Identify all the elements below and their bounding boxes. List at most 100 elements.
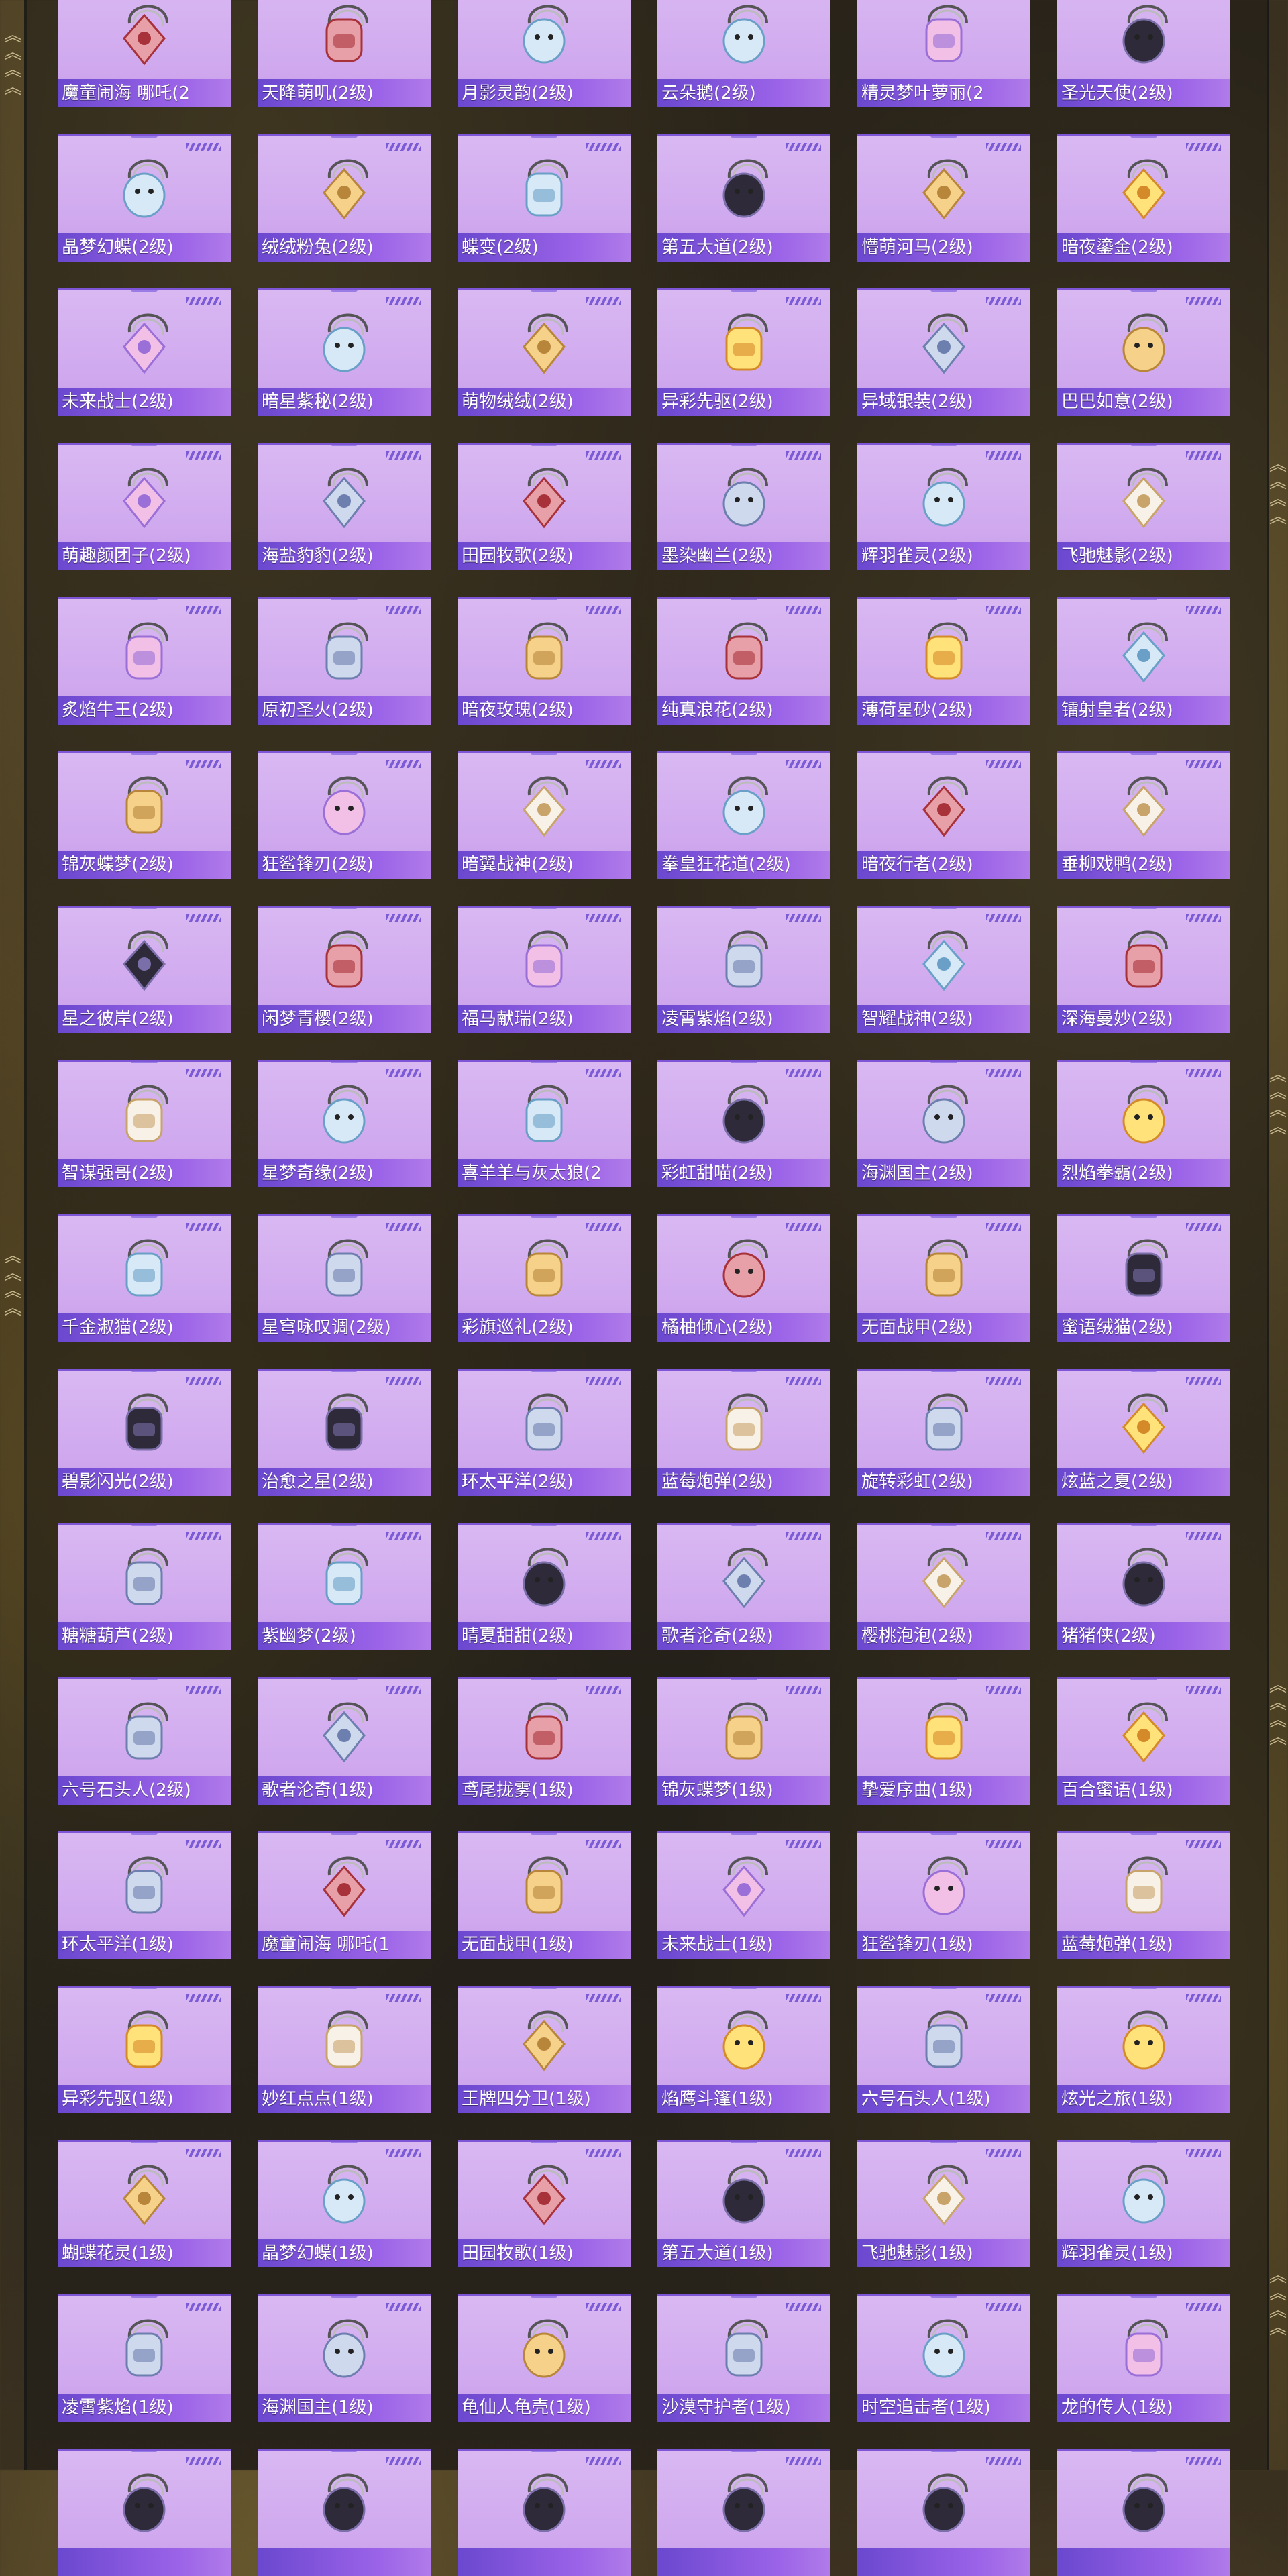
backpack-card[interactable]: 萌物绒绒(2级) bbox=[458, 288, 631, 416]
backpack-card[interactable]: 薄荷星砂(2级) bbox=[857, 597, 1030, 724]
backpack-card[interactable]: 巴巴如意(2级) bbox=[1057, 288, 1230, 416]
backpack-card[interactable]: 田园牧歌(2级) bbox=[458, 443, 631, 570]
backpack-card[interactable]: 彩虹甜喵(2级) bbox=[657, 1060, 830, 1187]
backpack-card[interactable]: 凌霄紫焰(1级) bbox=[58, 2294, 231, 2422]
backpack-card[interactable]: 智耀战神(2级) bbox=[857, 906, 1030, 1033]
backpack-card[interactable]: 海盐豹豹(2级) bbox=[258, 443, 431, 570]
backpack-card[interactable]: 第五大道(1级) bbox=[657, 2140, 830, 2267]
backpack-card[interactable]: 千金淑猫(2级) bbox=[58, 1214, 231, 1342]
backpack-card[interactable]: 蓝莓炮弹(2级) bbox=[657, 1368, 830, 1496]
backpack-card[interactable]: 橘柚倾心(2级) bbox=[657, 1214, 830, 1342]
backpack-card[interactable]: 天降萌叽(2级) bbox=[258, 0, 431, 107]
backpack-card[interactable]: 蝶变(2级) bbox=[458, 134, 631, 262]
backpack-card[interactable]: 暗夜玫瑰(2级) bbox=[458, 597, 631, 724]
backpack-card[interactable]: 辉羽雀灵(1级) bbox=[1057, 2140, 1230, 2267]
backpack-card[interactable]: 福马献瑞(2级) bbox=[458, 906, 631, 1033]
backpack-card[interactable]: 六号石头人(2级) bbox=[58, 1677, 231, 1805]
backpack-card[interactable]: 时空追击者(1级) bbox=[857, 2294, 1030, 2422]
backpack-card[interactable]: 海渊国主(1级) bbox=[258, 2294, 431, 2422]
backpack-card[interactable]: 挚爱序曲(1级) bbox=[857, 1677, 1030, 1805]
backpack-card[interactable]: 懵萌河马(2级) bbox=[857, 134, 1030, 262]
backpack-card[interactable]: 歌者沦奇(2级) bbox=[657, 1523, 830, 1650]
backpack-card[interactable]: 紫幽梦(2级) bbox=[258, 1523, 431, 1650]
backpack-card[interactable]: 龙的传人(1级) bbox=[1057, 2294, 1230, 2422]
backpack-card[interactable]: 喜羊羊与灰太狼(2 bbox=[458, 1060, 631, 1187]
backpack-card[interactable]: 魔童闹海 哪吒(1 bbox=[258, 1831, 431, 1959]
backpack-card[interactable]: 垂柳戏鸭(2级) bbox=[1057, 751, 1230, 879]
backpack-card[interactable]: 深海曼妙(2级) bbox=[1057, 906, 1230, 1033]
backpack-card[interactable]: 狂鲨锋刃(2级) bbox=[258, 751, 431, 879]
backpack-card[interactable]: 魔童闹海 哪吒(2 bbox=[58, 0, 231, 107]
backpack-card[interactable]: 纯真浪花(2级) bbox=[657, 597, 830, 724]
backpack-card[interactable]: 碧影闪光(2级) bbox=[58, 1368, 231, 1496]
backpack-card[interactable]: 星梦奇缘(2级) bbox=[258, 1060, 431, 1187]
backpack-card[interactable]: 暗夜行者(2级) bbox=[857, 751, 1030, 879]
backpack-card[interactable]: 墨染幽兰(2级) bbox=[657, 443, 830, 570]
backpack-card[interactable]: 飞驰魅影(1级) bbox=[857, 2140, 1030, 2267]
backpack-card[interactable]: 异彩先驱(1级) bbox=[58, 1986, 231, 2113]
backpack-card[interactable]: 星之彼岸(2级) bbox=[58, 906, 231, 1033]
backpack-card[interactable]: 无面战甲(2级) bbox=[857, 1214, 1030, 1342]
backpack-card[interactable]: 闲梦青樱(2级) bbox=[258, 906, 431, 1033]
backpack-card[interactable]: 炙焰牛王(2级) bbox=[58, 597, 231, 724]
backpack-card[interactable]: 暗星紫秘(2级) bbox=[258, 288, 431, 416]
backpack-card[interactable]: 辉羽雀灵(2级) bbox=[857, 443, 1030, 570]
backpack-card[interactable]: 云朵鹅(2级) bbox=[657, 0, 830, 107]
backpack-card[interactable]: 焰鹰斗篷(1级) bbox=[657, 1986, 830, 2113]
backpack-card[interactable]: 治愈之星(2级) bbox=[258, 1368, 431, 1496]
backpack-card[interactable]: 圣光天使(2级) bbox=[1057, 0, 1230, 107]
backpack-card[interactable]: 月影灵韵(2级) bbox=[458, 0, 631, 107]
backpack-card[interactable]: 晴夏甜甜(2级) bbox=[458, 1523, 631, 1650]
backpack-card[interactable]: 糖糖葫芦(2级) bbox=[58, 1523, 231, 1650]
backpack-card[interactable]: 智谋强哥(2级) bbox=[58, 1060, 231, 1187]
backpack-card[interactable]: 镭射皇者(2级) bbox=[1057, 597, 1230, 724]
backpack-card[interactable]: 暗翼战神(2级) bbox=[458, 751, 631, 879]
backpack-card[interactable] bbox=[58, 2449, 231, 2576]
backpack-card[interactable]: 绒绒粉兔(2级) bbox=[258, 134, 431, 262]
backpack-card[interactable]: 六号石头人(1级) bbox=[857, 1986, 1030, 2113]
backpack-card[interactable] bbox=[458, 2449, 631, 2576]
backpack-card[interactable]: 原初圣火(2级) bbox=[258, 597, 431, 724]
backpack-card[interactable]: 歌者沦奇(1级) bbox=[258, 1677, 431, 1805]
backpack-card[interactable]: 蓝莓炮弹(1级) bbox=[1057, 1831, 1230, 1959]
backpack-card[interactable]: 未来战士(2级) bbox=[58, 288, 231, 416]
backpack-card[interactable]: 未来战士(1级) bbox=[657, 1831, 830, 1959]
backpack-card[interactable]: 沙漠守护者(1级) bbox=[657, 2294, 830, 2422]
backpack-card[interactable]: 无面战甲(1级) bbox=[458, 1831, 631, 1959]
backpack-card[interactable]: 暗夜鎏金(2级) bbox=[1057, 134, 1230, 262]
backpack-card[interactable]: 萌趣颜团子(2级) bbox=[58, 443, 231, 570]
backpack-card[interactable]: 妙红点点(1级) bbox=[258, 1986, 431, 2113]
backpack-card[interactable]: 锦灰蝶梦(2级) bbox=[58, 751, 231, 879]
backpack-card[interactable]: 环太平洋(2级) bbox=[458, 1368, 631, 1496]
backpack-card[interactable]: 异域银装(2级) bbox=[857, 288, 1030, 416]
backpack-card[interactable] bbox=[1057, 2449, 1230, 2576]
backpack-card[interactable] bbox=[857, 2449, 1030, 2576]
backpack-card[interactable]: 烈焰拳霸(2级) bbox=[1057, 1060, 1230, 1187]
backpack-card[interactable]: 飞驰魅影(2级) bbox=[1057, 443, 1230, 570]
backpack-card[interactable]: 晶梦幻蝶(2级) bbox=[58, 134, 231, 262]
backpack-card[interactable]: 蝴蝶花灵(1级) bbox=[58, 2140, 231, 2267]
backpack-card[interactable]: 狂鲨锋刃(1级) bbox=[857, 1831, 1030, 1959]
backpack-card[interactable]: 海渊国主(2级) bbox=[857, 1060, 1030, 1187]
backpack-card[interactable]: 晶梦幻蝶(1级) bbox=[258, 2140, 431, 2267]
backpack-card[interactable]: 王牌四分卫(1级) bbox=[458, 1986, 631, 2113]
backpack-card[interactable]: 拳皇狂花道(2级) bbox=[657, 751, 830, 879]
backpack-card[interactable] bbox=[258, 2449, 431, 2576]
backpack-card[interactable]: 凌霄紫焰(2级) bbox=[657, 906, 830, 1033]
backpack-card[interactable]: 精灵梦叶萝丽(2 bbox=[857, 0, 1030, 107]
backpack-card[interactable]: 龟仙人龟壳(1级) bbox=[458, 2294, 631, 2422]
backpack-card[interactable]: 星穹咏叹调(2级) bbox=[258, 1214, 431, 1342]
backpack-card[interactable]: 锦灰蝶梦(1级) bbox=[657, 1677, 830, 1805]
backpack-card[interactable]: 樱桃泡泡(2级) bbox=[857, 1523, 1030, 1650]
backpack-card[interactable]: 炫蓝之夏(2级) bbox=[1057, 1368, 1230, 1496]
backpack-card[interactable]: 异彩先驱(2级) bbox=[657, 288, 830, 416]
backpack-card[interactable]: 彩旗巡礼(2级) bbox=[458, 1214, 631, 1342]
backpack-card[interactable]: 第五大道(2级) bbox=[657, 134, 830, 262]
backpack-card[interactable]: 旋转彩虹(2级) bbox=[857, 1368, 1030, 1496]
backpack-card[interactable]: 炫光之旅(1级) bbox=[1057, 1986, 1230, 2113]
backpack-card[interactable]: 鸢尾拢雾(1级) bbox=[458, 1677, 631, 1805]
backpack-card[interactable]: 环太平洋(1级) bbox=[58, 1831, 231, 1959]
backpack-card[interactable]: 蜜语绒猫(2级) bbox=[1057, 1214, 1230, 1342]
backpack-card[interactable]: 百合蜜语(1级) bbox=[1057, 1677, 1230, 1805]
backpack-card[interactable] bbox=[657, 2449, 830, 2576]
